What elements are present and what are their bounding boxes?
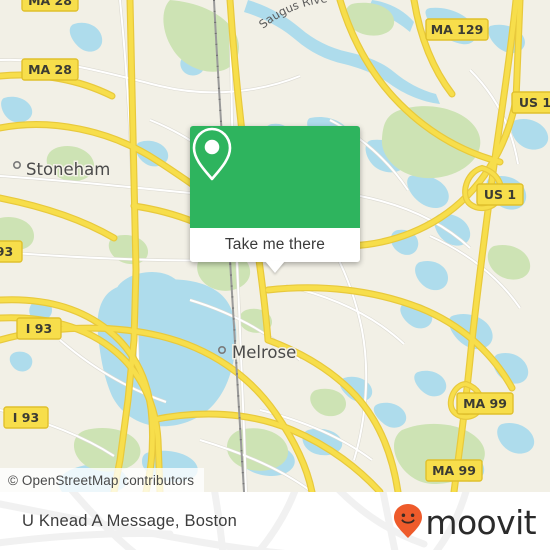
route-shield-us1-top: US 1 [511,91,550,114]
location-callout[interactable]: Take me there [190,126,360,273]
svg-text:MA 99: MA 99 [463,396,507,411]
svg-text:I 93: I 93 [26,321,52,336]
route-shield-ma28: MA 28 [21,58,79,81]
svg-text:I 93: I 93 [0,244,13,259]
route-shield-i93-b: I 93 [16,317,62,340]
callout-tail [265,261,285,273]
moovit-pin-icon [394,504,423,538]
moovit-brand[interactable]: moovit [393,492,537,550]
svg-text:MA 99: MA 99 [432,463,476,478]
route-shield-i93-c: I 93 [3,406,49,429]
moovit-wordmark: moovit [425,502,536,542]
place-title: U Knead A Message, Boston [22,492,237,550]
footer-bar: U Knead A Message, Boston moovit [0,492,550,550]
callout-icon-panel [190,126,360,228]
callout-action-panel[interactable]: Take me there [190,228,360,262]
svg-text:MA 129: MA 129 [431,22,484,37]
route-shield-i93-a: I 93 [0,240,23,263]
route-shield-us1: US 1 [476,183,524,206]
place-title-text: U Knead A Message, Boston [22,511,238,530]
map-attribution[interactable]: © OpenStreetMap contributors [0,468,205,492]
svg-text:US 1: US 1 [519,95,550,110]
route-shield-ma28-top: MA 28 [21,0,79,12]
route-shield-ma129: MA 129 [425,18,489,41]
route-shield-ma99-a: MA 99 [456,392,514,415]
moovit-location-card: Saugus River Stoneham Melrose MA 28 [0,0,550,550]
svg-text:US 1: US 1 [484,187,516,202]
take-me-there-label: Take me there [224,236,326,253]
attribution-text: © OpenStreetMap contributors [8,472,195,488]
map-canvas[interactable]: Saugus River Stoneham Melrose MA 28 [0,0,550,492]
svg-text:Melrose: Melrose [232,343,296,362]
svg-text:Stoneham: Stoneham [26,160,110,179]
svg-text:MA 28: MA 28 [28,62,72,77]
route-shield-ma99-b: MA 99 [425,459,483,482]
svg-text:MA 28: MA 28 [28,0,72,8]
map-pin-icon [192,127,232,181]
svg-text:I 93: I 93 [13,410,39,425]
